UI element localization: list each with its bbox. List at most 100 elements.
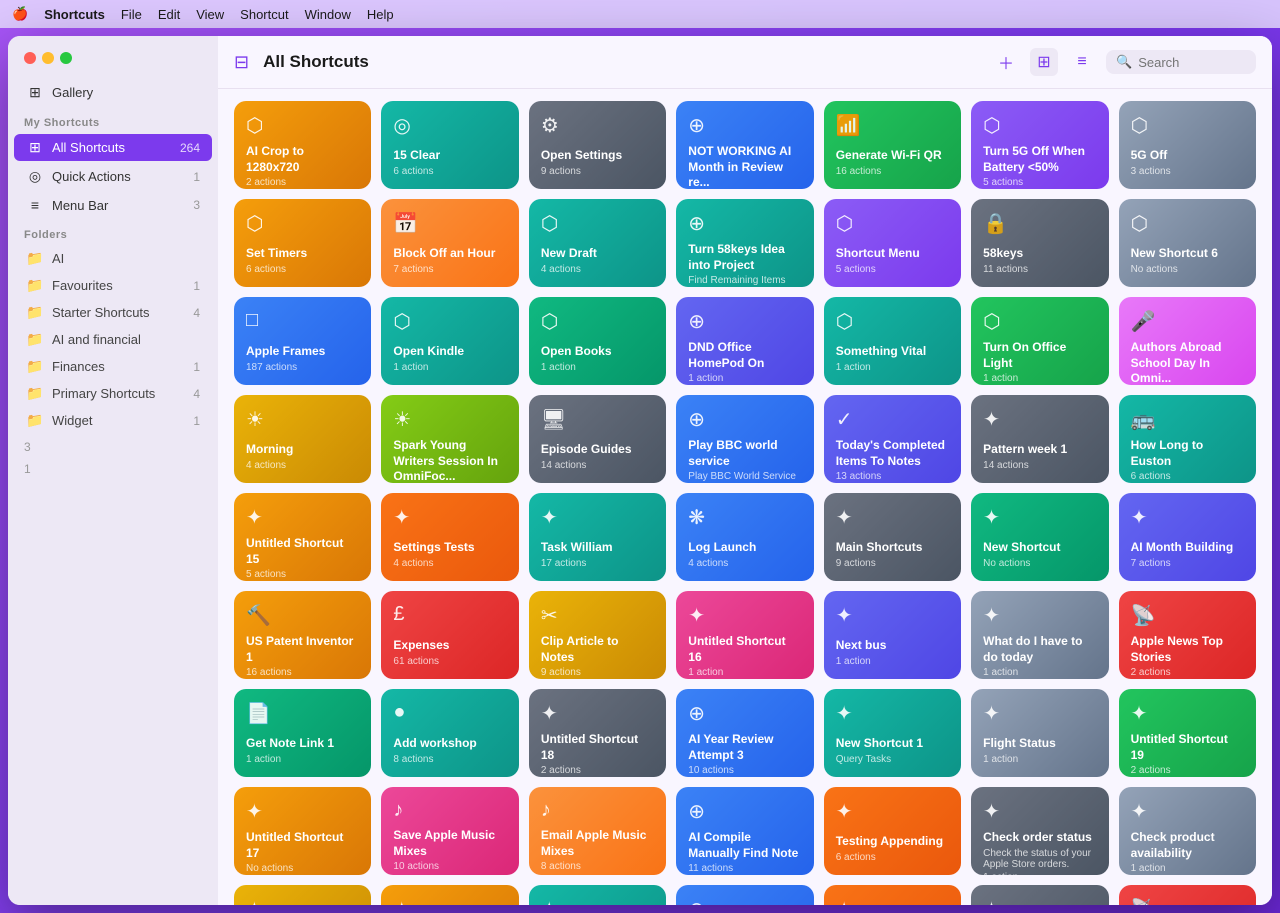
card-actions: 8 actions bbox=[393, 754, 506, 765]
grid-view-button[interactable]: ⊞ bbox=[1030, 48, 1058, 76]
shortcut-card[interactable]: ✦ Task William 17 actions bbox=[529, 493, 666, 581]
card-icon: ⬡ bbox=[983, 113, 1096, 138]
shortcut-card[interactable]: ⚙ Open Settings 9 actions bbox=[529, 101, 666, 189]
shortcut-card[interactable]: ⊕ DND Office HomePod On 1 action bbox=[676, 297, 813, 385]
shortcut-card[interactable]: 📡 RegEx Music NPR Stuff 1 10 actions bbox=[1119, 885, 1256, 905]
shortcut-card[interactable]: ● Add workshop 8 actions bbox=[381, 689, 518, 777]
shortcut-card[interactable]: ✦ Untitled Shortcut 11 Match Text bbox=[971, 885, 1108, 905]
card-title: Check product availability bbox=[1131, 830, 1244, 861]
shortcut-card[interactable]: 🔒 58keys 11 actions bbox=[971, 199, 1108, 287]
shortcut-card[interactable]: ✦ Untitled Shortcut 15 5 actions bbox=[234, 493, 371, 581]
shortcut-card[interactable]: ♪ Save Apple Music Mixes 10 actions bbox=[381, 787, 518, 875]
sidebar-item-quick-actions[interactable]: ◎ Quick Actions 1 bbox=[14, 163, 212, 190]
shortcut-card[interactable]: □ Apple Frames 187 actions bbox=[234, 297, 371, 385]
folder-widget[interactable]: 📁 Widget 1 bbox=[14, 408, 212, 433]
shortcut-card[interactable]: ✦ Check order status Check the status of… bbox=[971, 787, 1108, 875]
shortcut-card[interactable]: ◎ 15 Clear 6 actions bbox=[381, 101, 518, 189]
card-title: US Patent Inventor 1 bbox=[246, 634, 359, 665]
shortcut-card[interactable]: ⬡ Shortcut Menu 5 actions bbox=[824, 199, 961, 287]
shortcut-card[interactable]: 🚌 How Long to Euston 6 actions bbox=[1119, 395, 1256, 483]
shortcut-card[interactable]: ⊕ Turn 58keys Idea into Project Find Rem… bbox=[676, 199, 813, 287]
sidebar-item-gallery[interactable]: ⊞ Gallery bbox=[14, 79, 212, 106]
shortcut-card[interactable]: ⬡ Open Kindle 1 action bbox=[381, 297, 518, 385]
card-actions: 4 actions bbox=[393, 558, 506, 569]
folder-starter-shortcuts[interactable]: 📁 Starter Shortcuts 4 bbox=[14, 300, 212, 325]
shortcut-card[interactable]: ✦ Untitled Shortcut 19 2 actions bbox=[1119, 689, 1256, 777]
shortcut-card[interactable]: ⬡ 5G Off 3 actions bbox=[1119, 101, 1256, 189]
menu-file[interactable]: File bbox=[121, 7, 142, 22]
shortcut-card[interactable]: ✦ What do I have to do today 1 action bbox=[971, 591, 1108, 679]
shortcut-card[interactable]: ✦ New Shortcut 1 Query Tasks bbox=[824, 689, 961, 777]
apple-menu[interactable]: 🍎 bbox=[12, 6, 28, 22]
shortcut-card[interactable]: ✦ New Shortcut No actions bbox=[971, 493, 1108, 581]
card-actions: 7 actions bbox=[393, 264, 506, 275]
shortcut-card[interactable]: ⊕ NOT WORKING AI Month in Review re... 1… bbox=[676, 101, 813, 189]
folder-ai[interactable]: 📁 AI bbox=[14, 246, 212, 271]
close-button[interactable] bbox=[24, 52, 36, 64]
shortcut-card[interactable]: ⬡ New Draft 4 actions bbox=[529, 199, 666, 287]
sidebar-toggle-button[interactable]: ⊟ bbox=[234, 52, 249, 73]
maximize-button[interactable] bbox=[60, 52, 72, 64]
shortcut-card[interactable]: ✦ Play BBC you radio two Play BBC Radio … bbox=[234, 885, 371, 905]
shortcut-card[interactable]: ☀ Morning 4 actions bbox=[234, 395, 371, 483]
shortcut-card[interactable]: ⊕ Play BBC world service Play BBC World … bbox=[676, 395, 813, 483]
shortcut-card[interactable]: ❋ Log Launch 4 actions bbox=[676, 493, 813, 581]
shortcut-card[interactable]: ♪ Email Apple Music Mixes 8 actions bbox=[529, 787, 666, 875]
menu-help[interactable]: Help bbox=[367, 7, 394, 22]
shortcut-card[interactable]: 📅 Block Off an Hour 7 actions bbox=[381, 199, 518, 287]
shortcut-card[interactable]: ✓ Today's Completed Items To Notes 13 ac… bbox=[824, 395, 961, 483]
card-title: Block Off an Hour bbox=[393, 246, 506, 262]
menu-window[interactable]: Window bbox=[305, 7, 351, 22]
card-icon: ✦ bbox=[246, 505, 359, 530]
shortcut-card[interactable]: ⬡ AI Crop to 1280x720 2 actions bbox=[234, 101, 371, 189]
shortcut-card[interactable]: 📡 Apple News Top Stories 2 actions bbox=[1119, 591, 1256, 679]
list-view-button[interactable]: ≡ bbox=[1068, 48, 1096, 76]
shortcut-card[interactable]: ⬡ Turn On Office Light 1 action bbox=[971, 297, 1108, 385]
minimize-button[interactable] bbox=[42, 52, 54, 64]
shortcut-card[interactable]: ⬡ New Shortcut 6 No actions bbox=[1119, 199, 1256, 287]
shortcut-card[interactable]: ✦ Play Smooth West Midlands Play Smooth … bbox=[529, 885, 666, 905]
shortcut-card[interactable]: ✦ Testing Appending 6 actions bbox=[824, 787, 961, 875]
shortcut-card[interactable]: ⊕ Test Last played bbox=[676, 885, 813, 905]
menu-shortcut[interactable]: Shortcut bbox=[240, 7, 288, 22]
folder-favourites[interactable]: 📁 Favourites 1 bbox=[14, 273, 212, 298]
shortcut-card[interactable]: ✦ Untitled Shortcut 17 No actions bbox=[234, 787, 371, 875]
shortcut-card[interactable]: 🔨 US Patent Inventor 1 16 actions bbox=[234, 591, 371, 679]
app-name[interactable]: Shortcuts bbox=[44, 7, 105, 22]
shortcut-card[interactable]: ⬡ Set Timers 6 actions bbox=[234, 199, 371, 287]
shortcut-card[interactable]: ✦ Untitled Shortcut 18 2 actions bbox=[529, 689, 666, 777]
sidebar-item-all-shortcuts[interactable]: ⊞ All Shortcuts 264 bbox=[14, 134, 212, 161]
folder-ai-financial[interactable]: 📁 AI and financial bbox=[14, 327, 212, 352]
shortcut-card[interactable]: 📶 Generate Wi-Fi QR 16 actions bbox=[824, 101, 961, 189]
shortcut-card[interactable]: £ Expenses 61 actions bbox=[381, 591, 518, 679]
shortcut-card[interactable]: ⊕ AI Compile Manually Find Note 11 actio… bbox=[676, 787, 813, 875]
card-actions: 2 actions bbox=[1131, 765, 1244, 776]
search-input[interactable] bbox=[1138, 55, 1238, 70]
shortcut-card[interactable]: ✦ Check product availability 1 action bbox=[1119, 787, 1256, 875]
shortcut-card[interactable]: 🖥 Episode Guides 14 actions bbox=[529, 395, 666, 483]
menu-view[interactable]: View bbox=[196, 7, 224, 22]
shortcut-card[interactable]: ✦ AI Month Building 7 actions bbox=[1119, 493, 1256, 581]
folder-finances[interactable]: 📁 Finances 1 bbox=[14, 354, 212, 379]
sidebar-item-menu-bar[interactable]: ≡ Menu Bar 3 bbox=[14, 192, 212, 218]
shortcut-card[interactable]: ⬡ Open Books 1 action bbox=[529, 297, 666, 385]
shortcut-card[interactable]: 🎤 Authors Abroad School Day In Omni... 1… bbox=[1119, 297, 1256, 385]
shortcut-card[interactable]: ⊕ AI Year Review Attempt 3 10 actions bbox=[676, 689, 813, 777]
shortcut-card[interactable]: ✂ Clip Article to Notes 9 actions bbox=[529, 591, 666, 679]
shortcut-card[interactable]: ✦ Main Shortcuts 9 actions bbox=[824, 493, 961, 581]
shortcut-card[interactable]: ✦ Pattern week 1 14 actions bbox=[971, 395, 1108, 483]
shortcut-card[interactable]: ⬡ Something Vital 1 action bbox=[824, 297, 961, 385]
card-actions: 1 action bbox=[983, 667, 1096, 678]
shortcut-card[interactable]: ✦ Settings Tests 4 actions bbox=[381, 493, 518, 581]
menu-edit[interactable]: Edit bbox=[158, 7, 180, 22]
shortcut-card[interactable]: 📄 Get Note Link 1 1 action bbox=[234, 689, 371, 777]
add-shortcut-button[interactable]: ＋ bbox=[992, 48, 1020, 76]
folder-primary-shortcuts[interactable]: 📁 Primary Shortcuts 4 bbox=[14, 381, 212, 406]
shortcut-card[interactable]: ✦ Flight Status 1 action bbox=[971, 689, 1108, 777]
shortcut-card[interactable]: ⬡ Turn 5G Off When Battery <50% 5 action… bbox=[971, 101, 1108, 189]
shortcut-card[interactable]: ✦ Untitled Shortcut 16 1 action bbox=[676, 591, 813, 679]
shortcut-card[interactable]: ☀ Spark Young Writers Session In OmniFoc… bbox=[381, 395, 518, 483]
shortcut-card[interactable]: ✦ Next bus 1 action bbox=[824, 591, 961, 679]
shortcut-card[interactable]: ✦ Play BBC Radio 4 Extra Play BBC Radio … bbox=[381, 885, 518, 905]
shortcut-card[interactable]: ✦ Untitled Shortcut 10 13 actions bbox=[824, 885, 961, 905]
